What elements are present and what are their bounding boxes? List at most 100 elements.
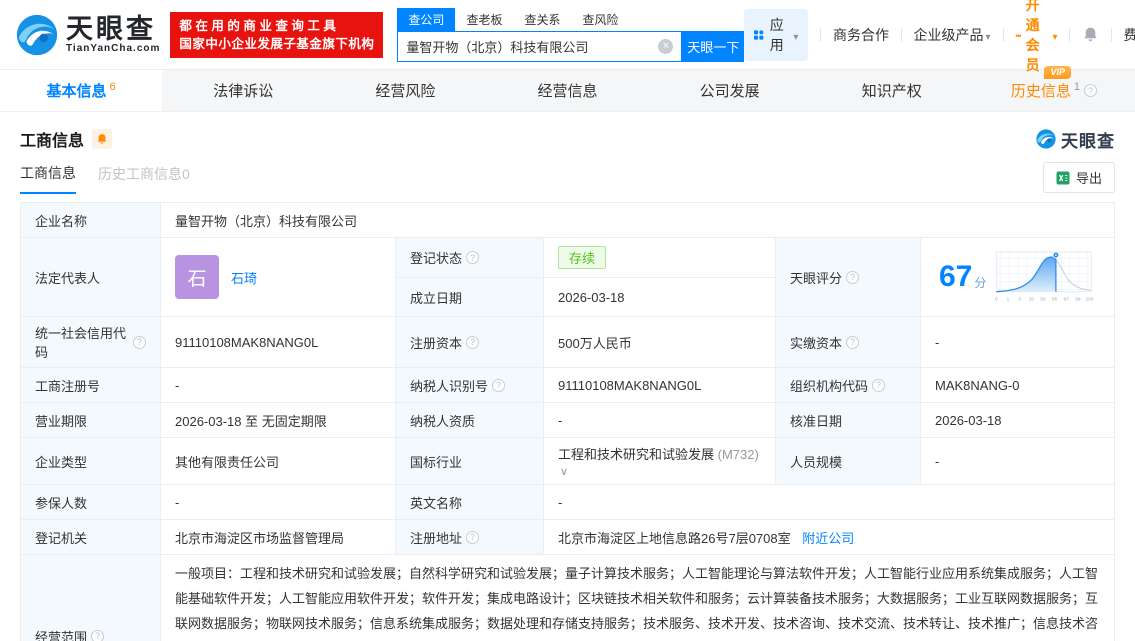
field-label: 法定代表人	[20, 237, 161, 317]
help-icon[interactable]	[91, 629, 105, 641]
english-name: -	[543, 484, 1115, 520]
nearby-companies-link[interactable]: 附近公司	[802, 531, 854, 546]
field-label: 纳税人识别号	[395, 367, 544, 403]
divider	[820, 27, 821, 42]
export-button[interactable]: 导出	[1042, 162, 1115, 193]
search-box: ×	[397, 30, 683, 62]
field-label: 人员规模	[775, 437, 921, 485]
divider	[1069, 27, 1070, 42]
svg-text:15: 15	[1029, 296, 1035, 302]
table-row: 法定代表人 石 石琦 登记状态 存续 天眼评分 67 分	[20, 236, 1115, 317]
tab-history-info[interactable]: VIP 历史信息 1	[973, 66, 1135, 111]
nav-business-cooperation[interactable]: 商务合作	[833, 25, 889, 45]
search-button[interactable]: 天眼一下	[682, 30, 745, 62]
tab-count: 6	[109, 80, 116, 93]
field-label: 组织机构代码	[775, 367, 921, 403]
staff-size: -	[920, 437, 1115, 485]
paid-in-capital: -	[920, 316, 1115, 368]
tab-operating-risk[interactable]: 经营风险	[324, 70, 486, 111]
tianyancha-logo-icon	[16, 14, 58, 55]
field-label: 登记状态	[395, 236, 544, 279]
help-icon[interactable]	[466, 335, 480, 349]
help-icon[interactable]	[466, 530, 480, 544]
field-label: 注册资本	[395, 316, 544, 368]
search-tab-boss[interactable]: 查老板	[455, 8, 513, 31]
field-label: 国标行业	[395, 437, 544, 485]
nav-open-vip[interactable]: 开通会员	[1015, 0, 1057, 75]
tab-company-development[interactable]: 公司发展	[649, 70, 811, 111]
table-row: 登记机关 北京市海淀区市场监督管理局 注册地址 北京市海淀区上地信息路26号7层…	[20, 519, 1115, 555]
svg-text:0: 0	[995, 296, 998, 302]
tab-intellectual-property[interactable]: 知识产权	[811, 70, 973, 111]
search-tab-company[interactable]: 查公司	[397, 7, 456, 31]
subtab-history-business-info[interactable]: 历史工商信息0	[98, 164, 190, 193]
crown-icon	[1015, 32, 1022, 37]
subtab-row: 工商信息 历史工商信息0 导出	[20, 162, 1115, 194]
chevron-down-icon	[1050, 27, 1057, 43]
vip-badge: VIP	[1044, 66, 1071, 79]
field-label: 天眼评分	[775, 237, 921, 317]
help-icon[interactable]	[133, 335, 146, 349]
slogan-line1: 都在用的商业查询工具	[179, 18, 340, 33]
help-icon[interactable]	[466, 251, 480, 265]
field-label: 成立日期	[395, 277, 544, 317]
chevron-down-icon[interactable]	[558, 463, 568, 478]
username: 费米	[1123, 26, 1135, 43]
help-icon[interactable]	[846, 335, 860, 349]
logo[interactable]: 天眼查 TianYanCha.com	[14, 12, 160, 58]
field-label: 工商注册号	[20, 367, 161, 403]
table-row: 工商注册号 - 纳税人识别号 91110108MAK8NANG0L 组织机构代码…	[20, 367, 1115, 403]
svg-text:1: 1	[1007, 296, 1010, 302]
tab-basic-info[interactable]: 基本信息 6	[0, 70, 163, 111]
monitor-bell-icon[interactable]	[92, 129, 113, 149]
chevron-down-icon	[791, 27, 798, 43]
svg-text:3: 3	[1019, 296, 1022, 302]
search-tab-risk[interactable]: 查风险	[571, 8, 629, 31]
established-date: 2026-03-18	[543, 277, 776, 317]
user-menu[interactable]: 费米	[1124, 25, 1135, 45]
field-label: 登记机关	[20, 519, 161, 555]
svg-text:65: 65	[1052, 296, 1058, 302]
help-icon[interactable]	[1083, 84, 1097, 97]
divider	[900, 27, 902, 42]
field-label: 统一社会信用代码	[20, 316, 161, 368]
help-icon[interactable]	[492, 378, 506, 392]
subtab-business-info[interactable]: 工商信息	[20, 163, 76, 194]
svg-text:99: 99	[1076, 296, 1082, 302]
field-label: 经营范围	[20, 554, 161, 641]
tab-legal-proceedings[interactable]: 法律诉讼	[162, 70, 324, 111]
search-tab-relation[interactable]: 查关系	[513, 8, 571, 31]
avatar[interactable]: 石	[175, 255, 219, 299]
search-tabs: 查公司 查老板 查关系 查风险	[397, 7, 744, 31]
search-area: 查公司 查老板 查关系 查风险 × 天眼一下	[397, 7, 745, 62]
tab-operating-info[interactable]: 经营信息	[486, 70, 648, 111]
taxpayer-id: 91110108MAK8NANG0L	[543, 367, 776, 403]
industry-code: (M732)	[717, 447, 759, 462]
chevron-down-icon	[983, 27, 990, 43]
insured-count: -	[160, 484, 396, 520]
legal-rep-link[interactable]: 石琦	[231, 268, 257, 287]
svg-text:50: 50	[1041, 296, 1047, 302]
slogan-badge: 都在用的商业查询工具 国家中小企业发展子基金旗下机构	[170, 11, 384, 58]
svg-text:100: 100	[1086, 296, 1094, 302]
org-code: MAK8NANG-0	[920, 367, 1115, 403]
tianyancha-logo-icon	[1036, 129, 1056, 149]
nav-enterprise-products[interactable]: 企业级产品	[913, 25, 990, 45]
divider	[1110, 27, 1112, 42]
notification-bell-icon[interactable]	[1082, 26, 1099, 43]
tianyancha-watermark: 天眼查	[1035, 127, 1115, 152]
tab-count: 1	[1073, 80, 1080, 93]
header-nav: 应用 商务合作 企业级产品 开通会员 费米	[744, 0, 1135, 75]
business-info-table: 企业名称 量智开物（北京）科技有限公司 法定代表人 石 石琦 登记状态 存续 天…	[20, 202, 1115, 641]
field-label: 企业名称	[20, 202, 161, 238]
field-label: 纳税人资质	[395, 402, 544, 438]
field-label: 营业期限	[20, 402, 161, 438]
help-icon[interactable]	[872, 378, 886, 392]
taxpayer-qualification: -	[543, 402, 776, 438]
excel-icon	[1056, 171, 1070, 184]
clear-icon[interactable]: ×	[658, 38, 674, 54]
field-label: 注册地址	[395, 519, 544, 555]
apps-menu[interactable]: 应用	[744, 8, 809, 61]
search-input[interactable]	[398, 38, 659, 54]
help-icon[interactable]	[846, 270, 860, 284]
